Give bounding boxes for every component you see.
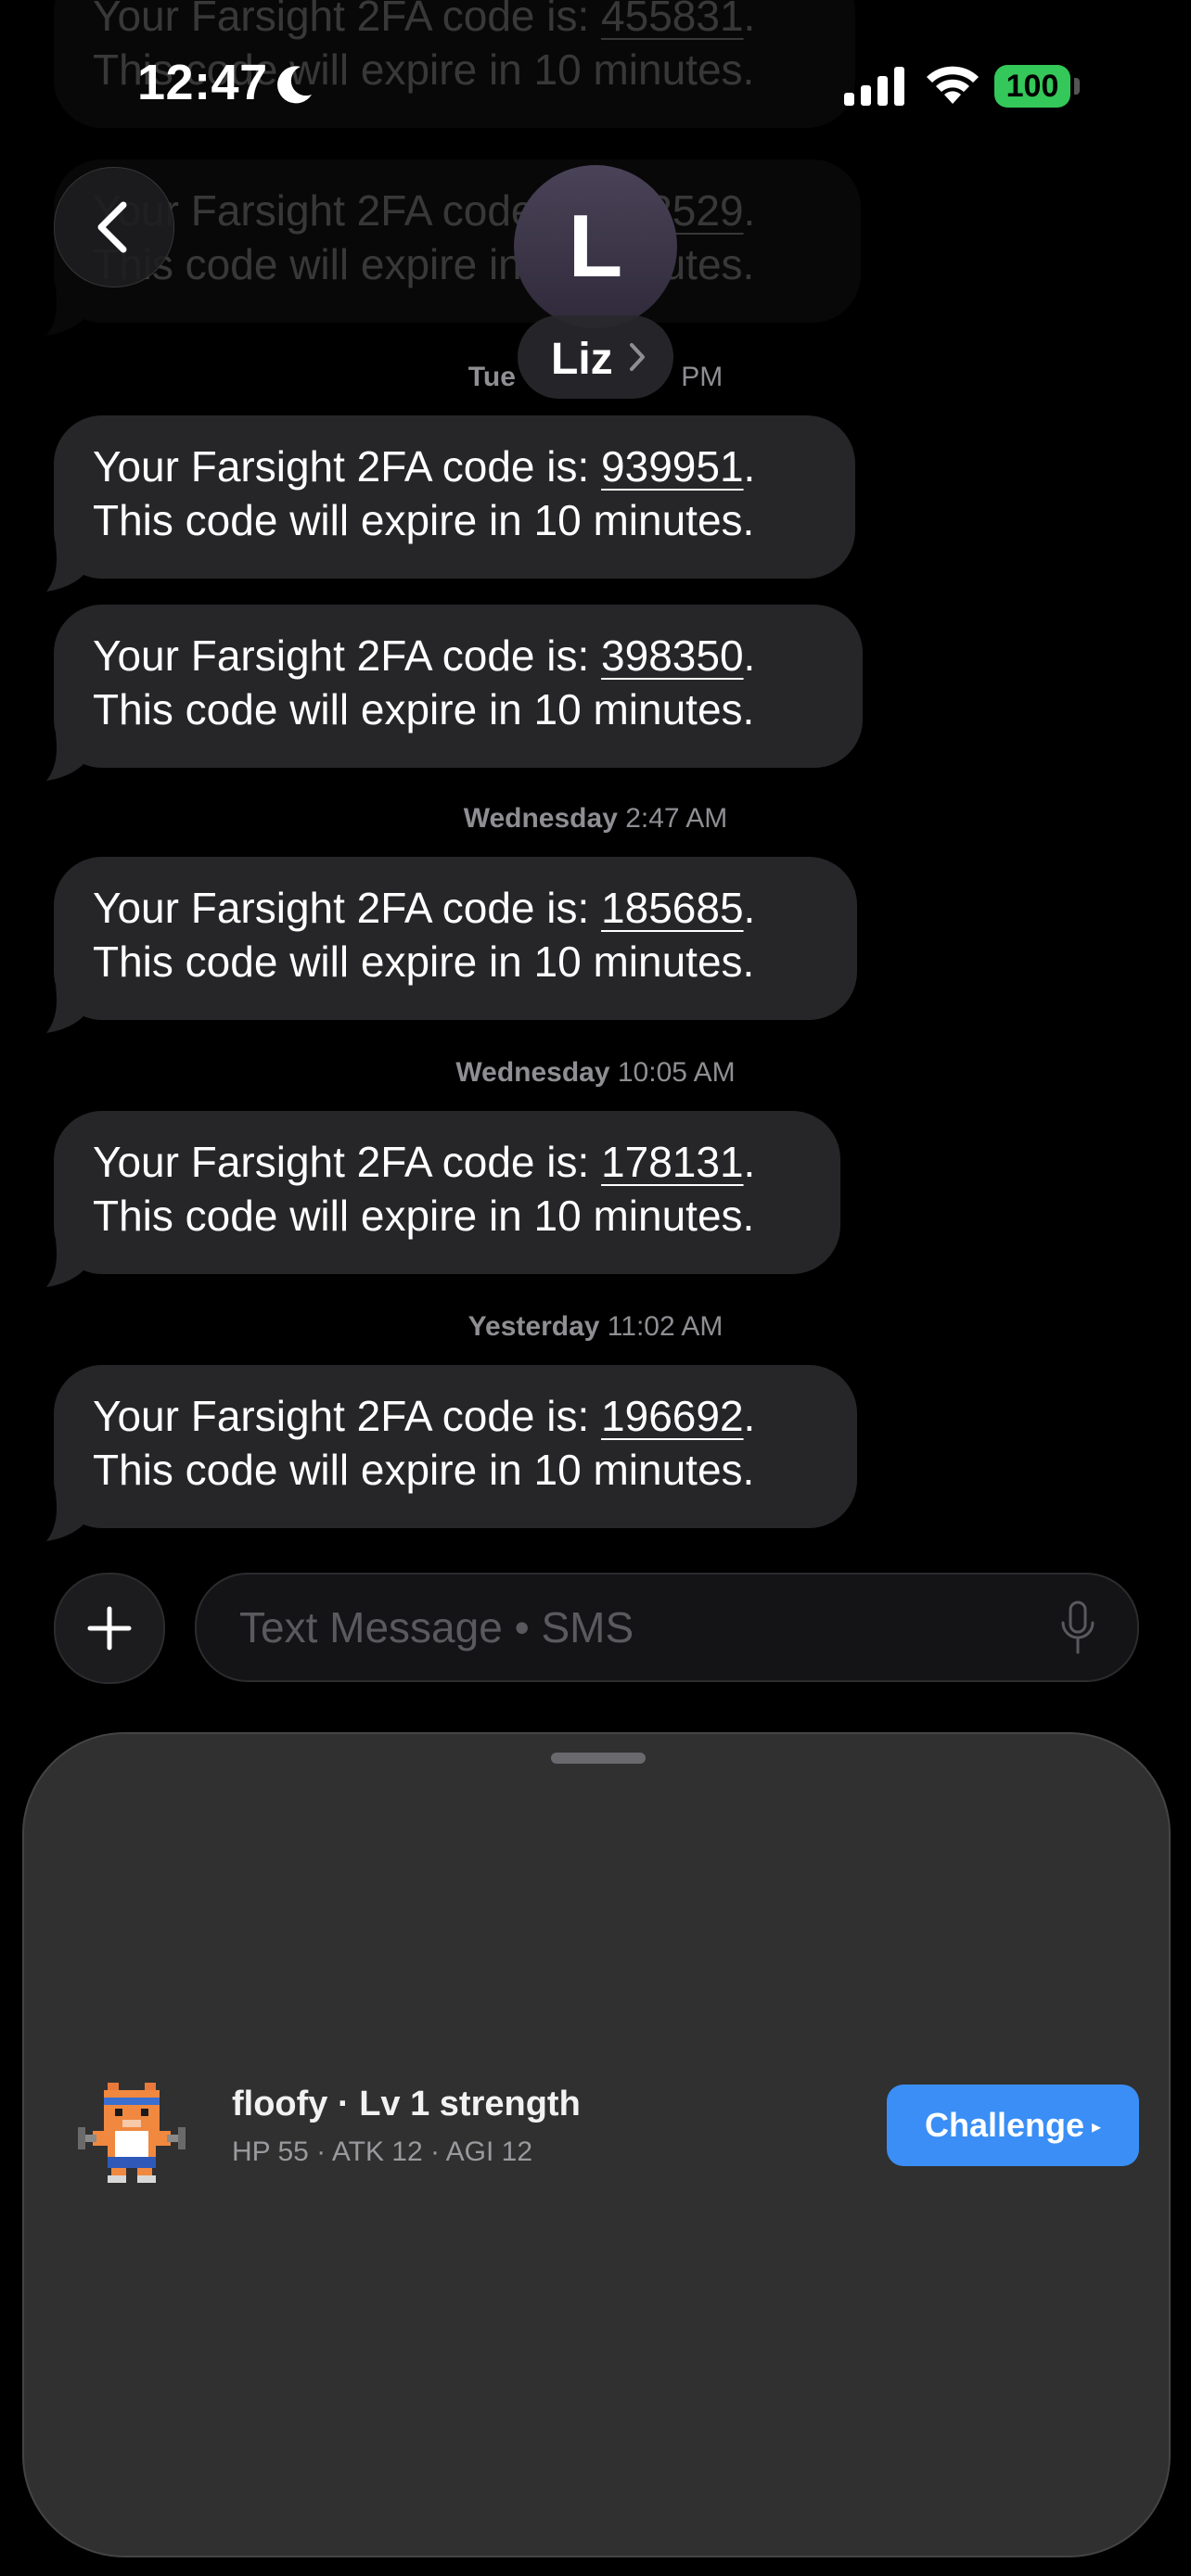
message-bubble[interactable]: Your Farsight 2FA code is: 178131. This … (46, 1111, 840, 1287)
otp-code-link[interactable]: 196692 (601, 1392, 744, 1440)
moon-icon (277, 66, 312, 104)
otp-code-link[interactable]: 398350 (601, 631, 744, 680)
message-bubble[interactable]: Your Farsight 2FA code is: 196692. This … (46, 1365, 857, 1541)
challenge-button-label: Challenge (924, 2106, 1084, 2144)
add-attachment-button[interactable] (54, 1573, 165, 1684)
message-text: Your Farsight 2FA code is: 939951. This … (93, 442, 756, 544)
bubble-tail (46, 1241, 95, 1287)
message-bubble[interactable]: Your Farsight 2FA code is: 398350. This … (46, 605, 863, 781)
bubble-tail (46, 987, 95, 1033)
wifi-icon (927, 66, 979, 104)
cat-character-sprite (78, 2083, 186, 2183)
status-bar: 12:47 100 (0, 0, 1191, 176)
otp-code-link[interactable]: 185685 (601, 884, 744, 932)
chevron-left-icon (97, 201, 127, 253)
chevron-right-icon (630, 343, 645, 371)
otp-code-link[interactable]: 178131 (601, 1138, 744, 1186)
microphone-icon[interactable] (1059, 1600, 1096, 1656)
message-text: Your Farsight 2FA code is: 398350. This … (93, 631, 756, 733)
message-input[interactable]: Text Message • SMS (195, 1573, 1139, 1682)
message-bubble[interactable]: Your Farsight 2FA code is: 523529. This … (46, 159, 861, 336)
cellular-signal-icon (844, 67, 904, 106)
app-sheet: floofy · Lv 1 strength HP 55 · ATK 12 · … (22, 1732, 1171, 2557)
status-time: 12:47 (137, 55, 268, 110)
contact-name-button[interactable]: Liz (518, 315, 673, 399)
message-bubble[interactable]: Your Farsight 2FA code is: 185685. This … (46, 857, 857, 1033)
timestamp: Wednesday 10:05 AM (455, 1057, 736, 1088)
sheet-grabber[interactable] (551, 1753, 646, 1764)
bubble-tail (46, 545, 95, 592)
character-title: floofy · Lv 1 strength (232, 2085, 581, 2123)
play-arrow-icon: ▸ (1092, 2117, 1102, 2138)
contact-avatar[interactable]: L (514, 165, 677, 328)
timestamp: Wednesday 2:47 AM (463, 803, 728, 834)
plus-icon (87, 1606, 132, 1651)
bubble-tail (46, 1495, 95, 1541)
bubble-tail (46, 289, 95, 336)
timestamp: Yesterday 11:02 AM (467, 1311, 724, 1342)
battery-cap (1074, 78, 1080, 95)
contact-name: Liz (551, 335, 613, 384)
message-input-placeholder: Text Message • SMS (239, 1603, 634, 1651)
back-button[interactable] (54, 167, 174, 287)
bubble-tail (46, 734, 95, 781)
message-text: Your Farsight 2FA code is: 196692. This … (93, 1392, 756, 1494)
otp-code-link[interactable]: 939951 (601, 442, 744, 491)
message-text: Your Farsight 2FA code is: 178131. This … (93, 1138, 756, 1240)
challenge-button[interactable]: Challenge ▸ (887, 2085, 1139, 2166)
message-text: Your Farsight 2FA code is: 185685. This … (93, 884, 756, 986)
character-stats: HP 55 · ATK 12 · AGI 12 (232, 2136, 533, 2167)
message-bubble[interactable]: Your Farsight 2FA code is: 939951. This … (46, 415, 855, 592)
battery-level: 100 (994, 65, 1070, 108)
battery-indicator: 100 (994, 65, 1080, 108)
